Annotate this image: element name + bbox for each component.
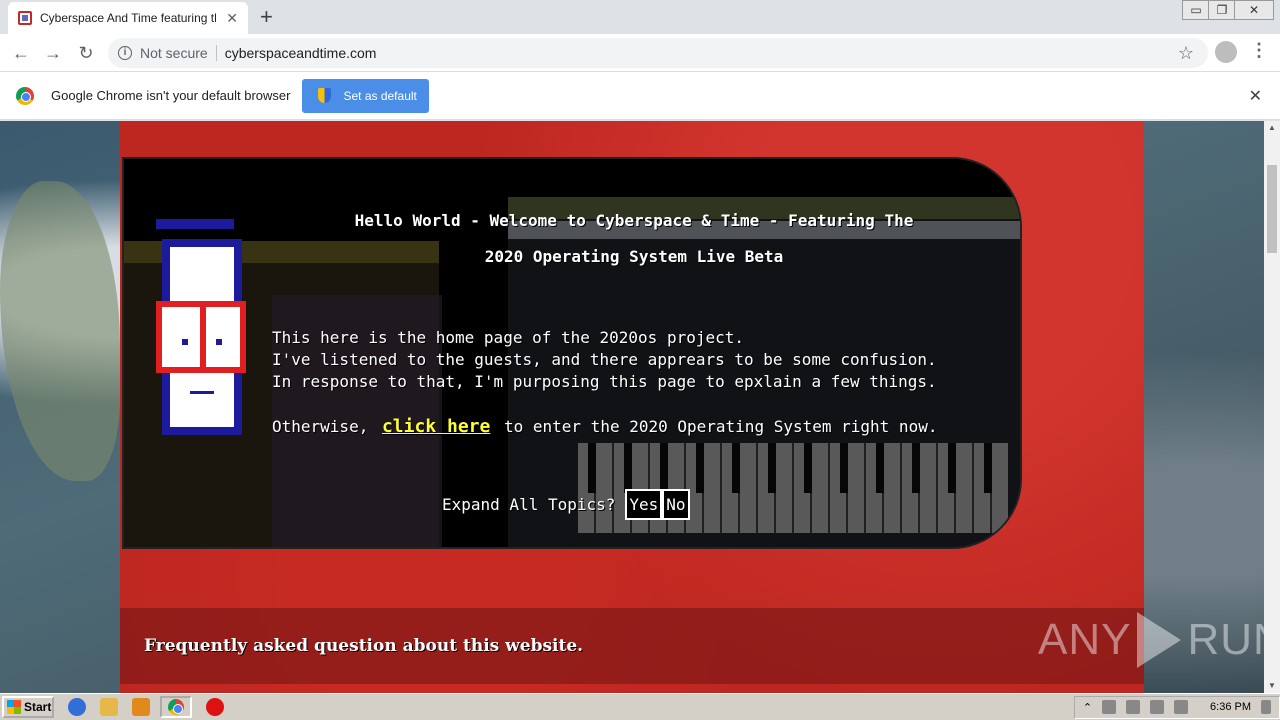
intro-line: I've listened to the guests, and there a… <box>272 350 937 369</box>
page-title: Hello World - Welcome to Cyberspace & Ti… <box>264 203 1004 275</box>
watermark-left: ANY <box>1038 615 1132 664</box>
mascot-logo-icon <box>156 219 248 439</box>
start-button[interactable]: Start <box>2 696 54 718</box>
scroll-up-icon[interactable]: ▲ <box>1264 121 1280 135</box>
antivirus-icon[interactable] <box>206 698 224 716</box>
cta-prefix: Otherwise, <box>272 417 369 436</box>
chrome-taskbar-button[interactable] <box>160 696 192 718</box>
expand-yes-button[interactable]: Yes <box>625 489 663 520</box>
bookmark-star-icon[interactable]: ☆ <box>1178 43 1194 64</box>
set-as-default-button[interactable]: Set as default <box>302 78 430 113</box>
enter-os-sentence: Otherwise, click here to enter the 2020 … <box>272 416 937 437</box>
intro-paragraph: This here is the home page of the 2020os… <box>272 327 992 393</box>
close-window-button[interactable]: ✕ <box>1234 0 1274 20</box>
page-scrollbar[interactable]: ▲ ▼ <box>1264 121 1280 693</box>
menu-icon[interactable]: ⋮ <box>1250 40 1268 61</box>
play-icon <box>1137 612 1182 668</box>
browser-toolbar: ← → ↻ i Not secure cyberspaceandtime.com… <box>0 34 1280 72</box>
anyrun-watermark: ANY RUN <box>1038 612 1280 668</box>
page-title-line-1: Hello World - Welcome to Cyberspace & Ti… <box>354 211 914 230</box>
page-content-column: Hello World - Welcome to Cyberspace & Ti… <box>120 121 1144 693</box>
infobar-close-icon[interactable]: ✕ <box>1249 86 1262 106</box>
intro-line: This here is the home page of the 2020os… <box>272 328 745 347</box>
page-title-line-2: 2020 Operating System Live Beta <box>484 247 784 266</box>
volume-icon[interactable] <box>1150 700 1165 714</box>
expand-no-button[interactable]: No <box>662 489 690 520</box>
hero-panel: Hello World - Welcome to Cyberspace & Ti… <box>122 157 1022 549</box>
system-tray: ⌃ 6:36 PM <box>1073 695 1280 719</box>
url-text[interactable]: cyberspaceandtime.com <box>225 45 377 61</box>
info-icon[interactable]: i <box>118 46 132 60</box>
set-as-default-label: Set as default <box>343 88 417 103</box>
tab-close-icon[interactable]: ✕ <box>226 10 238 27</box>
intro-line: In response to that, I'm purposing this … <box>272 372 937 391</box>
tab-strip: Cyberspace And Time featuring the ✕ + ▭ … <box>0 0 1280 34</box>
forward-button[interactable]: → <box>42 42 64 64</box>
uac-shield-icon <box>318 88 332 103</box>
site-favicon-icon <box>18 11 32 25</box>
tab-title: Cyberspace And Time featuring the <box>40 11 216 25</box>
profile-avatar-icon[interactable] <box>1215 41 1237 63</box>
map-background <box>0 181 120 481</box>
back-button[interactable]: ← <box>10 42 32 64</box>
security-label: Not secure <box>140 45 208 61</box>
expand-topics-control: Expand All Topics? Yes No <box>442 489 690 520</box>
new-tab-button[interactable]: + <box>260 6 273 28</box>
start-label: Start <box>24 700 52 714</box>
windows-logo-icon <box>7 700 21 714</box>
show-desktop-icon[interactable] <box>1261 700 1271 714</box>
infobar-message: Google Chrome isn't your default browser <box>51 88 291 103</box>
tray-expand-icon[interactable]: ⌃ <box>1083 701 1092 714</box>
chrome-taskbar-icon <box>168 699 184 715</box>
chrome-logo-icon <box>16 86 34 105</box>
faq-heading: Frequently asked question about this web… <box>144 636 584 656</box>
faq-section-header[interactable]: Frequently asked question about this web… <box>120 608 1144 684</box>
minimize-button[interactable]: ▭ <box>1182 0 1210 20</box>
windows-taskbar: Start ⌃ 6:36 PM <box>0 693 1280 720</box>
file-explorer-icon[interactable] <box>100 698 118 716</box>
taskbar-clock[interactable]: 6:36 PM <box>1210 701 1251 713</box>
click-here-link[interactable]: click here <box>382 416 490 437</box>
browser-tab[interactable]: Cyberspace And Time featuring the ✕ <box>8 2 248 34</box>
action-center-icon[interactable] <box>1126 700 1141 714</box>
expand-topics-label: Expand All Topics? <box>442 495 616 514</box>
page-viewport: Hello World - Welcome to Cyberspace & Ti… <box>0 121 1264 693</box>
flag-icon[interactable] <box>1174 700 1189 714</box>
media-player-icon[interactable] <box>132 698 150 716</box>
restore-button[interactable]: ❐ <box>1208 0 1236 20</box>
omnibox-divider <box>215 45 217 61</box>
scroll-down-icon[interactable]: ▼ <box>1264 679 1280 693</box>
default-browser-infobar: Google Chrome isn't your default browser… <box>0 72 1280 120</box>
network-icon[interactable] <box>1102 700 1117 714</box>
reload-button[interactable]: ↻ <box>75 42 97 64</box>
cta-suffix: to enter the 2020 Operating System right… <box>503 417 938 436</box>
address-bar[interactable]: i Not secure cyberspaceandtime.com ☆ <box>108 38 1208 68</box>
scroll-thumb[interactable] <box>1267 165 1277 253</box>
internet-explorer-icon[interactable] <box>68 698 86 716</box>
